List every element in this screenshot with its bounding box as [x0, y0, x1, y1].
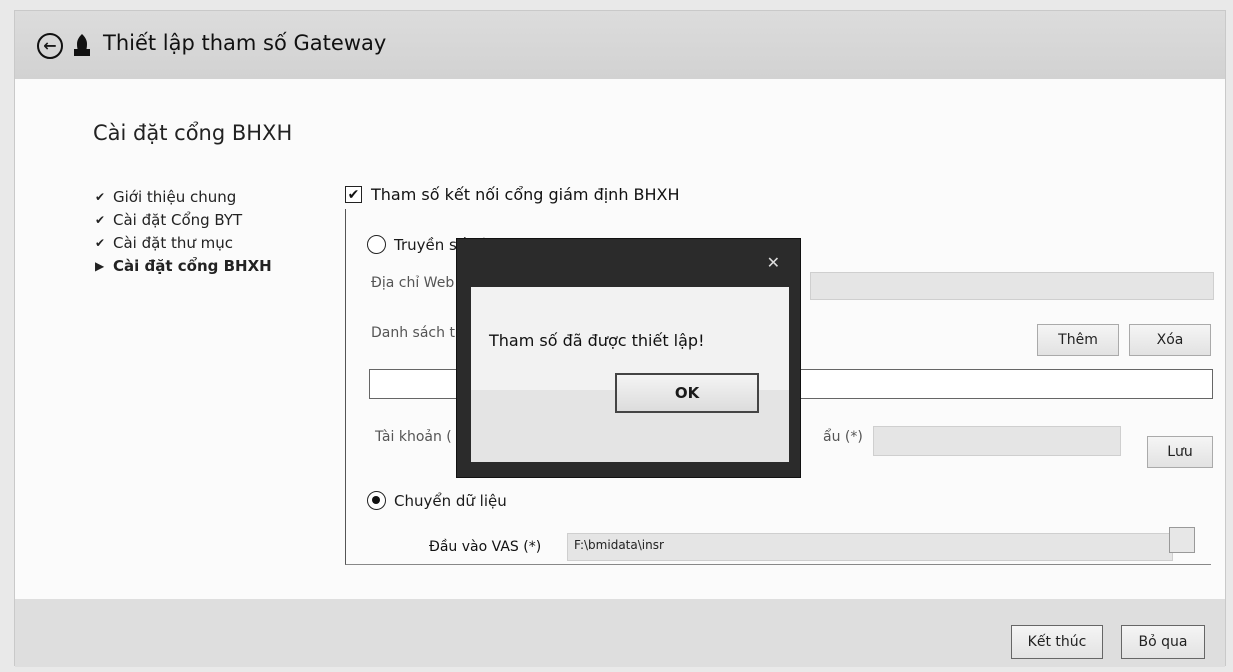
- list-label: Danh sách t: [371, 325, 455, 341]
- checkmark-icon: ✔: [95, 189, 106, 204]
- step-label: Giới thiệu chung: [113, 187, 237, 206]
- title-bar: ← Thiết lập tham số Gateway: [15, 11, 1225, 79]
- checkmark-icon: ✔: [95, 212, 106, 227]
- step-cong-byt: ✔ Cài đặt Cổng BYT: [95, 208, 272, 231]
- add-button[interactable]: Thêm: [1037, 324, 1119, 356]
- save-button[interactable]: Lưu: [1147, 436, 1213, 468]
- window-title: Thiết lập tham số Gateway: [103, 31, 387, 55]
- step-thu-muc: ✔ Cài đặt thư mục: [95, 231, 272, 254]
- local-radio[interactable]: Chuyển dữ liệu: [367, 491, 507, 510]
- step-label: Cài đặt cổng BHXH: [113, 256, 272, 275]
- step-cong-bhxh: ▶ Cài đặt cổng BHXH: [95, 254, 272, 277]
- checkbox-box[interactable]: ✔: [345, 186, 362, 203]
- wizard-steps: ✔ Giới thiệu chung ✔ Cài đặt Cổng BYT ✔ …: [95, 185, 272, 277]
- radio-button[interactable]: [367, 491, 386, 510]
- dialog-message: Tham số đã được thiết lập!: [489, 331, 705, 350]
- back-arrow-icon[interactable]: ←: [37, 33, 63, 59]
- close-icon[interactable]: ✕: [767, 253, 780, 272]
- account-label: Tài khoản (: [375, 429, 452, 445]
- checkbox-label: Tham số kết nối cổng giám định BHXH: [371, 185, 680, 204]
- triangle-right-icon: ▶: [95, 258, 105, 273]
- checkmark-icon: ✔: [95, 235, 106, 250]
- address-field[interactable]: [810, 272, 1214, 300]
- ok-button[interactable]: OK: [615, 373, 759, 413]
- app-icon: [74, 34, 90, 56]
- password-label: ẩu (*): [823, 429, 863, 445]
- address-label: Địa chỉ Web: [371, 275, 455, 291]
- delete-button[interactable]: Xóa: [1129, 324, 1211, 356]
- step-gioi-thieu: ✔ Giới thiệu chung: [95, 185, 272, 208]
- folder-browse-icon[interactable]: [1169, 527, 1195, 553]
- radio-button[interactable]: [367, 235, 386, 254]
- password-field[interactable]: [873, 426, 1121, 456]
- step-label: Cài đặt Cổng BYT: [113, 210, 243, 229]
- bhxh-params-checkbox[interactable]: ✔ Tham số kết nối cổng giám định BHXH: [345, 185, 686, 204]
- step-label: Cài đặt thư mục: [113, 233, 233, 252]
- vas-label: Đầu vào VAS (*): [429, 539, 542, 555]
- skip-button[interactable]: Bỏ qua: [1121, 625, 1205, 659]
- finish-button[interactable]: Kết thúc: [1011, 625, 1103, 659]
- vas-input[interactable]: F:\bmidata\insr: [567, 533, 1173, 561]
- radio-label: Chuyển dữ liệu: [394, 491, 507, 510]
- page-title: Cài đặt cổng BHXH: [93, 121, 293, 145]
- wizard-footer: Kết thúc Bỏ qua: [15, 599, 1225, 667]
- message-dialog: ✕ Tham số đã được thiết lập! OK: [456, 238, 801, 478]
